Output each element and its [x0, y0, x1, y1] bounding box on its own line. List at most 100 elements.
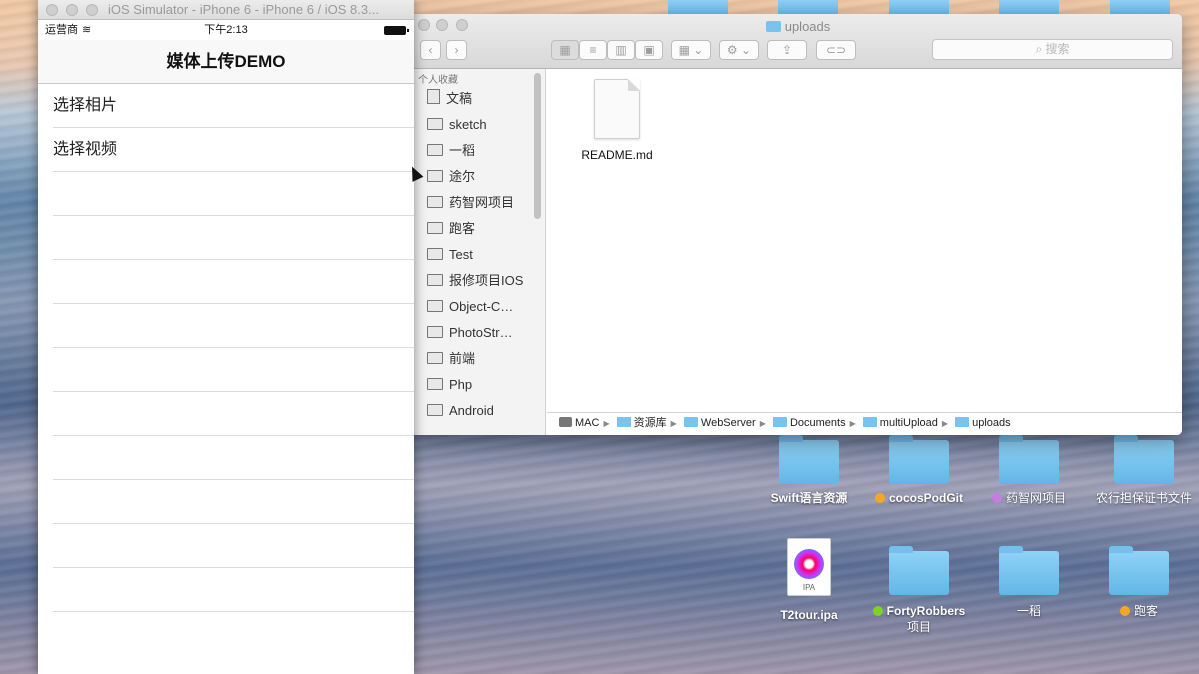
sidebar-item-objc[interactable]: Object-C… — [414, 294, 545, 320]
desktop-icon-yidao[interactable]: 一稻 — [979, 546, 1079, 619]
file-name[interactable]: README.md — [567, 148, 667, 162]
desktop-icon-abc-cert[interactable]: 农行担保证书文件 — [1089, 435, 1199, 506]
sidebar-item-android[interactable]: Android — [414, 398, 545, 424]
zoom-button[interactable] — [86, 4, 98, 16]
folder-icon — [427, 144, 443, 156]
chevron-right-icon: ▶ — [603, 419, 610, 428]
sidebar-item-documents[interactable]: 文稿 — [414, 86, 545, 112]
chevron-right-icon: ▶ — [759, 419, 766, 428]
table-row — [53, 216, 414, 260]
path-segment[interactable]: WebServer — [683, 413, 756, 434]
path-segment[interactable]: 资源库 — [616, 413, 667, 434]
forward-button[interactable]: › — [446, 40, 467, 60]
finder-window: uploads ‹ › ▦ ≡ ▥ ▣ ▦ ⌄ ⚙ ⌄ ⇪ ⊂⊃ ⌕ 搜索 个人… — [414, 14, 1182, 435]
desktop-icon-t2tour-ipa[interactable]: IPA T2tour.ipa — [759, 538, 859, 623]
ipa-caption: IPA — [802, 583, 816, 592]
tag-icon[interactable]: ⊂⊃ — [816, 40, 856, 60]
column-view-button[interactable]: ▥ — [607, 40, 635, 60]
hard-drive-icon — [559, 417, 572, 427]
sidebar-item-tuer[interactable]: 途尔 — [414, 164, 545, 190]
table-row — [53, 348, 414, 392]
folder-icon — [427, 326, 443, 338]
sidebar-section-header: 个人收藏 — [418, 75, 458, 86]
minimize-button[interactable] — [66, 4, 78, 16]
folder-icon — [862, 417, 877, 427]
sidebar-item-paoke[interactable]: 跑客 — [414, 216, 545, 242]
folder-icon — [683, 417, 698, 427]
folder-icon — [427, 222, 443, 234]
path-segment[interactable]: uploads — [955, 413, 1011, 434]
window-title: uploads — [414, 19, 1182, 34]
gear-icon[interactable]: ⚙ ⌄ — [719, 40, 759, 60]
finder-content: README.md — [547, 69, 1182, 412]
back-button[interactable]: ‹ — [420, 40, 441, 60]
table-row — [53, 568, 414, 612]
coverflow-view-button[interactable]: ▣ — [635, 40, 663, 60]
nav-title: 媒体上传DEMO — [166, 52, 286, 71]
document-file-icon[interactable] — [594, 79, 640, 139]
sidebar-item-sketch[interactable]: sketch — [414, 112, 545, 138]
path-segment[interactable]: Documents — [772, 413, 846, 434]
share-icon[interactable]: ⇪ — [767, 40, 807, 60]
chevron-right-icon: ▶ — [849, 419, 856, 428]
arrange-button[interactable]: ▦ ⌄ — [671, 40, 711, 60]
document-icon — [427, 89, 440, 104]
window-title: iOS Simulator - iPhone 6 - iPhone 6 / iO… — [108, 2, 379, 17]
desktop-icon-paoke[interactable]: 跑客 — [1089, 546, 1189, 619]
close-button[interactable] — [46, 4, 58, 16]
list-view-button[interactable]: ≡ — [579, 40, 607, 60]
table-row-select-video[interactable]: 选择视频 — [53, 128, 414, 172]
folder-icon — [427, 248, 443, 260]
folder-icon — [427, 352, 443, 364]
sidebar-scrollbar[interactable] — [534, 73, 541, 219]
sidebar-item-yaozhi[interactable]: 药智网项目 — [414, 190, 545, 216]
desktop-icon-label: cocosPodGit — [888, 491, 963, 505]
desktop-icon-cocospodgit[interactable]: cocosPodGit — [869, 435, 969, 506]
folder-icon — [999, 435, 1059, 484]
chevron-right-icon: ▶ — [941, 419, 949, 428]
folder-icon — [427, 118, 443, 130]
table-row — [53, 172, 414, 216]
folder-icon — [772, 417, 787, 427]
chevron-right-icon: ▶ — [670, 419, 677, 428]
sidebar-item-photostr[interactable]: PhotoStr… — [414, 320, 545, 346]
table-row — [53, 304, 414, 348]
desktop-icon-label: T2tour.ipa — [780, 608, 838, 622]
desktop-icon-swift[interactable]: Swift语言资源 — [759, 435, 859, 506]
green-tag-icon — [872, 606, 883, 616]
folder-icon — [1109, 546, 1169, 595]
desktop-icon-label: 一稻 — [1016, 604, 1041, 618]
orange-tag-icon — [874, 493, 885, 503]
purple-tag-icon — [991, 493, 1002, 503]
sidebar-item-frontend[interactable]: 前端 — [414, 346, 545, 372]
sidebar-item-php[interactable]: Php — [414, 372, 545, 398]
navigation-bar: 媒体上传DEMO — [38, 40, 414, 84]
icon-view-button[interactable]: ▦ — [551, 40, 579, 60]
table-row — [53, 392, 414, 436]
status-time: 下午2:13 — [204, 24, 248, 36]
folder-icon — [765, 21, 781, 32]
table-row-select-photo[interactable]: 选择相片 — [53, 84, 414, 128]
folder-icon — [427, 274, 443, 286]
battery-icon — [384, 26, 409, 35]
finder-sidebar: 个人收藏 文稿 sketch 一稻 途尔 药智网项目 跑客 Test 报修项目I… — [414, 69, 546, 435]
desktop-icon-fortyrobbers[interactable]: FortyRobbers 项目 — [869, 546, 969, 635]
desktop-icon-yaozhi[interactable]: 药智网项目 — [979, 435, 1079, 506]
folder-icon — [427, 378, 443, 390]
sidebar-item-yidao[interactable]: 一稻 — [414, 138, 545, 164]
desktop-icon-label: 跑客 — [1133, 604, 1158, 618]
sidebar-item-baoxiu[interactable]: 报修项目IOS — [414, 268, 545, 294]
search-icon: ⌕ — [1035, 42, 1046, 56]
desktop-icon-label: 农行担保证书文件 — [1095, 491, 1192, 505]
folder-icon — [427, 196, 443, 208]
search-input[interactable]: ⌕ 搜索 — [932, 39, 1173, 60]
path-segment[interactable]: MAC — [559, 413, 599, 434]
folder-icon — [427, 404, 443, 416]
simulator-title-bar: iOS Simulator - iPhone 6 - iPhone 6 / iO… — [38, 0, 414, 20]
desktop-icon-label: FortyRobbers — [886, 604, 966, 618]
folder-icon — [616, 417, 631, 427]
sidebar-item-test[interactable]: Test — [414, 242, 545, 268]
folder-icon — [779, 435, 839, 484]
path-segment[interactable]: multiUpload — [862, 413, 938, 434]
folder-icon — [999, 546, 1059, 595]
